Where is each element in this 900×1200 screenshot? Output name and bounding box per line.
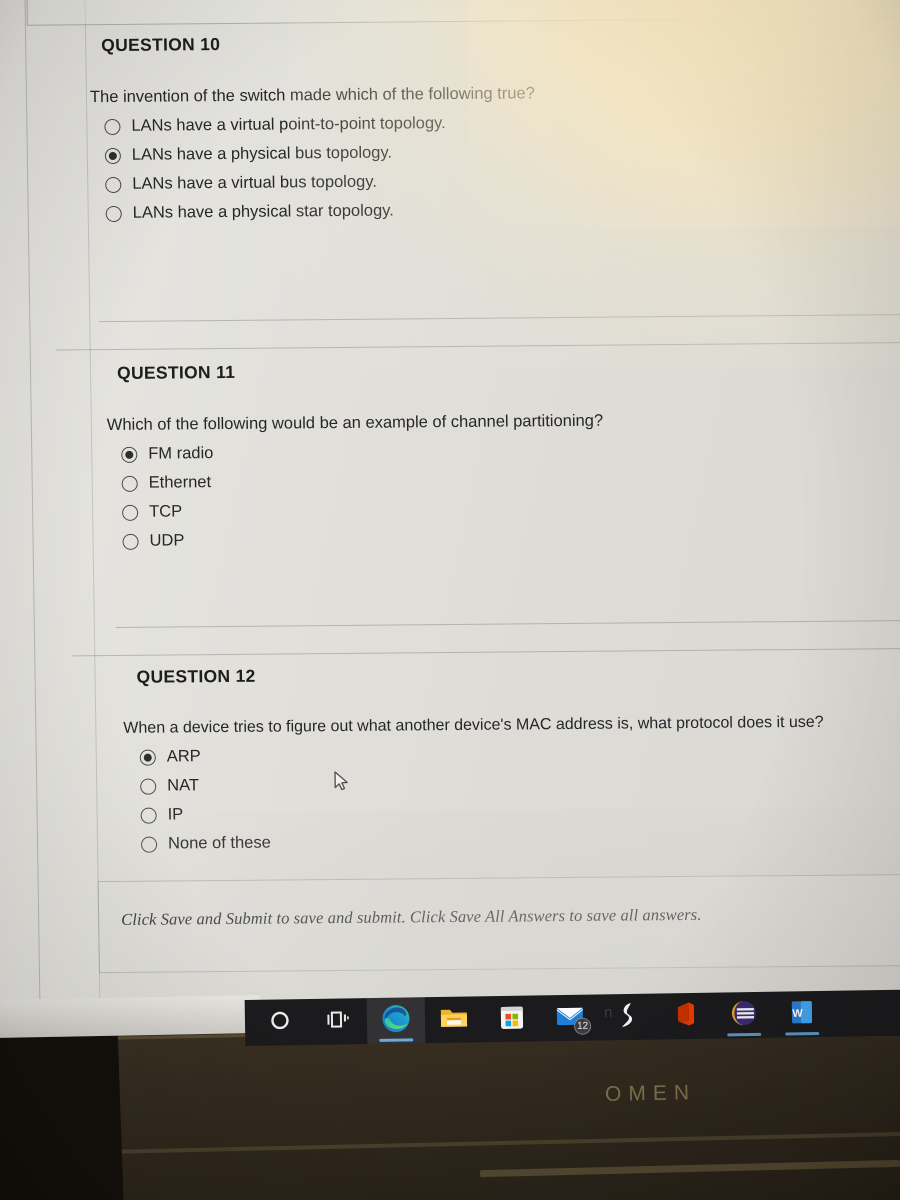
answer-option-label: LANs have a virtual point-to-point topol… <box>131 114 446 135</box>
answer-option-label: TCP <box>149 502 183 521</box>
task-view-icon[interactable] <box>326 1009 350 1034</box>
taskbar-item-mail[interactable]: 12 <box>541 994 600 1041</box>
question-block: QUESTION 11 Which of the following would… <box>0 356 900 562</box>
question-prompt: The invention of the switch made which o… <box>89 84 535 107</box>
eclipse-app-icon[interactable] <box>729 998 760 1031</box>
omen-brand-logo: OMEN <box>604 1081 697 1106</box>
microsoft-word-icon[interactable]: W <box>789 998 816 1031</box>
taskbar-item-search[interactable] <box>251 999 310 1046</box>
question-divider <box>72 647 900 657</box>
question-block: QUESTION 12 When a device tries to figur… <box>0 660 900 865</box>
answer-options: FM radio Ethernet TCP UDP <box>121 438 900 551</box>
taskbar-item-file-explorer[interactable] <box>425 996 484 1043</box>
taskbar-item-task-view[interactable] <box>309 998 368 1045</box>
taskbar-item-microsoft-word[interactable]: W <box>773 991 832 1038</box>
answer-option-label: NAT <box>167 776 200 795</box>
background-window-text: n <box>603 1003 613 1022</box>
active-window-indicator <box>379 1038 414 1042</box>
save-instruction-panel: Click Save and Submit to save and submit… <box>97 873 900 974</box>
lightning-app-icon[interactable] <box>617 1000 640 1033</box>
question-heading: QUESTION 11 <box>116 361 236 383</box>
question-prompt: Which of the following would be an examp… <box>106 411 604 435</box>
answer-option[interactable]: ARP <box>139 741 900 767</box>
radio-button[interactable] <box>140 836 158 853</box>
answer-option[interactable]: LANs have a virtual bus topology. <box>105 168 900 194</box>
answer-option-label: LANs have a virtual bus topology. <box>132 172 377 193</box>
radio-button[interactable] <box>122 504 139 521</box>
answer-option-label: FM radio <box>148 444 214 463</box>
radio-button[interactable] <box>122 533 139 550</box>
answer-option-label: Ethernet <box>148 473 212 492</box>
quiz-content: ⏶⏶ Question Completion Status: QUESTION … <box>0 0 900 1034</box>
taskbar-item-microsoft-store[interactable] <box>483 995 542 1042</box>
answer-options: LANs have a virtual point-to-point topol… <box>104 110 900 223</box>
laptop-screen-photo: OMEN ⏶⏶ Question Completion Status: QUES… <box>0 0 900 1200</box>
background-window-strip <box>0 994 261 1040</box>
answer-option-label: UDP <box>149 531 185 550</box>
question-divider <box>55 341 900 351</box>
answer-option-label: LANs have a physical bus topology. <box>131 143 393 164</box>
question-prompt: When a device tries to figure out what a… <box>123 713 824 737</box>
question-heading: QUESTION 10 <box>101 34 221 56</box>
search-icon[interactable] <box>269 1009 291 1036</box>
microsoft-edge-icon[interactable] <box>381 1003 412 1038</box>
radio-button[interactable] <box>104 118 121 135</box>
answer-option[interactable]: LANs have a physical star topology. <box>105 197 900 223</box>
open-window-indicator <box>727 1032 762 1037</box>
svg-text:W: W <box>792 1007 803 1019</box>
answer-option-label: LANs have a physical star topology. <box>132 201 394 222</box>
answer-option[interactable]: NAT <box>140 770 900 796</box>
mail-unread-badge: 12 <box>573 1017 592 1035</box>
radio-button[interactable] <box>105 205 122 222</box>
microsoft-store-icon[interactable] <box>499 1002 526 1035</box>
file-explorer-icon[interactable] <box>439 1004 469 1035</box>
answer-option[interactable]: LANs have a virtual point-to-point topol… <box>104 110 900 136</box>
save-instruction-text: Click Save and Submit to save and submit… <box>121 904 702 929</box>
answer-option-label: IP <box>167 805 184 824</box>
radio-button-selected[interactable] <box>139 749 156 766</box>
taskbar-item-eclipse-app[interactable] <box>715 992 774 1039</box>
taskbar-item-microsoft-office[interactable] <box>657 993 716 1040</box>
answer-option[interactable]: FM radio <box>121 438 900 464</box>
question-heading: QUESTION 12 <box>136 665 256 687</box>
answer-option[interactable]: Ethernet <box>121 467 900 493</box>
taskbar-item-microsoft-edge[interactable] <box>366 997 426 1045</box>
radio-button-selected[interactable] <box>104 147 121 164</box>
radio-button[interactable] <box>140 807 157 824</box>
open-window-indicator <box>785 1031 820 1036</box>
radio-button[interactable] <box>121 475 138 492</box>
answer-option[interactable]: UDP <box>122 525 900 551</box>
answer-option[interactable]: TCP <box>122 496 900 522</box>
answer-option[interactable]: IP <box>140 799 900 825</box>
question-block: QUESTION 10 The invention of the switch … <box>0 28 900 234</box>
microsoft-office-icon[interactable] <box>674 999 699 1032</box>
radio-button-selected[interactable] <box>121 446 138 463</box>
answer-option[interactable]: None of these <box>140 828 900 854</box>
answer-option-label: ARP <box>166 747 201 766</box>
answer-options: ARP NAT IP None of these <box>139 741 900 854</box>
question-divider <box>115 619 900 628</box>
radio-button[interactable] <box>105 176 122 193</box>
question-completion-status-bar[interactable]: ⏶⏶ Question Completion Status: <box>26 0 900 26</box>
laptop-screen: ⏶⏶ Question Completion Status: QUESTION … <box>0 0 900 1035</box>
question-divider <box>99 313 900 323</box>
answer-option-label: None of these <box>167 833 271 853</box>
radio-button[interactable] <box>140 778 157 795</box>
answer-option[interactable]: LANs have a physical bus topology. <box>104 139 900 165</box>
